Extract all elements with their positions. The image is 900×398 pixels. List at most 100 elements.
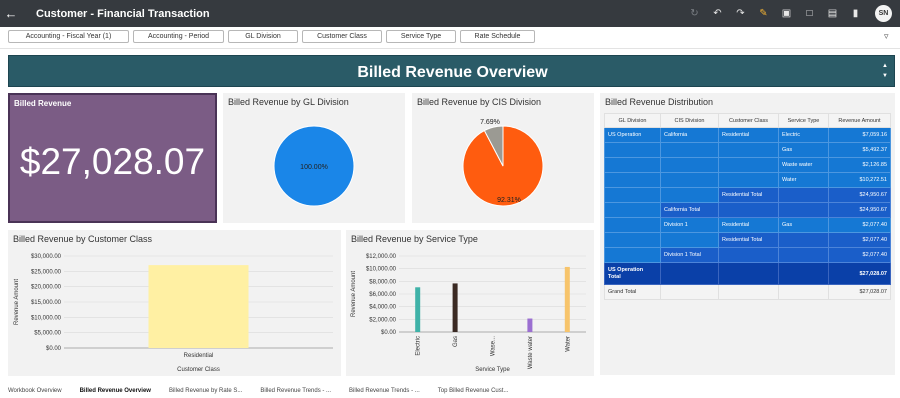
table-cell — [604, 217, 661, 233]
table-cell: Gas — [778, 217, 829, 233]
table-row[interactable]: California Total $24,950.67 — [604, 202, 891, 218]
table-row[interactable]: Residential Total $2,077.40 — [604, 232, 891, 248]
kpi-title: Billed Revenue — [14, 99, 72, 108]
avatar[interactable]: SN — [875, 5, 892, 22]
column-header[interactable]: Revenue Amount — [828, 113, 891, 128]
cis-division-tile[interactable]: Billed Revenue by CIS Division 92.31% 7.6… — [412, 93, 594, 223]
table-cell — [660, 142, 719, 158]
service-type-bar-chart[interactable]: $0.00 $2,000.00 $4,000.00 $6,000.00 $8,000.0… — [346, 230, 594, 376]
table-cell — [660, 172, 719, 188]
x-axis-title: Customer Class — [177, 367, 220, 373]
table-row[interactable]: Division 1 Residential Gas $2,077.40 — [604, 217, 891, 233]
filter-icon[interactable]: ▿ — [884, 31, 889, 42]
filter-chip-fiscal-year[interactable]: Accounting - Fiscal Year (1) — [8, 30, 129, 43]
page-title: Customer - Financial Transaction — [36, 7, 210, 20]
cis-division-pie-chart[interactable]: 92.31% 7.69% — [412, 93, 594, 223]
table-cell — [718, 247, 779, 263]
table-cell: US Operation Total — [604, 262, 661, 285]
distribution-table: GL Division CIS Division Customer Class Ser… — [604, 113, 891, 300]
table-header-row: GL Division CIS Division Customer Class Ser… — [604, 113, 891, 128]
comment-icon[interactable]: □ — [798, 4, 821, 23]
filter-chip-gl-division[interactable]: GL Division — [228, 30, 298, 43]
filter-chip-customer-class[interactable]: Customer Class — [302, 30, 382, 43]
table-cell: $27,028.07 — [828, 262, 891, 285]
table-row[interactable]: Water $10,272.51 — [604, 172, 891, 188]
table-cell — [718, 142, 779, 158]
filter-chip-period[interactable]: Accounting - Period — [133, 30, 224, 43]
table-cell — [718, 284, 779, 300]
x-tick-label: Residential — [184, 353, 214, 359]
table-cell — [778, 232, 829, 248]
sheet-tab[interactable]: Billed Revenue Overview — [80, 388, 151, 394]
x-tick-label: Electric — [416, 336, 422, 356]
table-cell — [604, 247, 661, 263]
table-row[interactable]: Division 1 Total $2,077.40 — [604, 247, 891, 263]
bookmark-icon[interactable]: ▮ — [844, 4, 867, 23]
refresh-icon[interactable]: ↻ — [683, 4, 706, 23]
column-header[interactable]: Service Type — [778, 113, 829, 128]
table-row[interactable]: US Operation California Residential Electri… — [604, 127, 891, 143]
present-icon[interactable]: ▣ — [775, 4, 798, 23]
x-tick-label: Water — [565, 336, 571, 352]
table-row[interactable]: US Operation Total $27,028.07 — [604, 262, 891, 285]
filter-chip-service-type[interactable]: Service Type — [386, 30, 456, 43]
y-tick-label: $30,000.00 — [31, 254, 62, 260]
table-cell: Waste water — [778, 157, 829, 173]
export-icon[interactable]: ▤ — [821, 4, 844, 23]
customer-class-bar-chart[interactable]: $0.00 $5,000.00 $10,000.00 $15,000.00 $20,00… — [8, 230, 341, 376]
filter-chip-rate-schedule[interactable]: Rate Schedule — [460, 30, 535, 43]
sheet-tabs: Workbook Overview Billed Revenue Overview… — [8, 388, 526, 394]
column-header[interactable]: GL Division — [604, 113, 661, 128]
table-cell: Grand Total — [604, 284, 661, 300]
sheet-tab[interactable]: Billed Revenue Trends - ... — [349, 388, 420, 394]
table-cell: Electric — [778, 127, 829, 143]
table-cell — [718, 202, 779, 218]
gl-division-tile[interactable]: Billed Revenue by GL Division 100.00% — [223, 93, 405, 223]
table-cell: Residential Total — [718, 232, 779, 248]
sheet-tab[interactable]: Workbook Overview — [8, 388, 62, 394]
column-header[interactable]: CIS Division — [660, 113, 719, 128]
y-tick-label: $15,000.00 — [31, 300, 62, 306]
y-tick-label: $12,000.00 — [366, 254, 397, 260]
edit-icon[interactable]: ✎ — [752, 4, 775, 23]
gl-division-pie-chart[interactable]: 100.00% — [223, 93, 405, 223]
table-cell: Gas — [778, 142, 829, 158]
table-cell — [718, 157, 779, 173]
sheet-tab[interactable]: Billed Revenue Trends - ... — [260, 388, 331, 394]
sheet-tab[interactable]: Billed Revenue by Rate S... — [169, 388, 242, 394]
y-tick-label: $0.00 — [381, 330, 397, 336]
sort-arrows-icon[interactable]: ▲ ▼ — [882, 61, 888, 81]
table-row[interactable]: Residential Total $24,950.67 — [604, 187, 891, 203]
table-cell — [660, 262, 719, 285]
x-tick-label: Wase... — [491, 336, 497, 356]
y-tick-label: $2,000.00 — [369, 317, 396, 323]
redo-icon[interactable]: ↷ — [729, 4, 752, 23]
table-cell — [604, 142, 661, 158]
table-cell — [718, 172, 779, 188]
table-cell — [660, 284, 719, 300]
revenue-distribution-tile[interactable]: Billed Revenue Distribution GL Division C… — [600, 93, 895, 375]
table-cell — [778, 262, 829, 285]
distribution-title: Billed Revenue Distribution — [605, 97, 714, 107]
table-row[interactable]: Waste water $2,126.85 — [604, 157, 891, 173]
sheet-tab[interactable]: Top Billed Revenue Cust... — [438, 388, 509, 394]
service-type-tile[interactable]: Billed Revenue by Service Type $0.00 $2,0… — [346, 230, 594, 376]
back-arrow-icon[interactable]: ← — [0, 0, 22, 27]
y-tick-label: $8,000.00 — [369, 279, 396, 285]
table-cell: $2,077.40 — [828, 217, 891, 233]
bar — [564, 266, 570, 332]
table-cell: Water — [778, 172, 829, 188]
table-row[interactable]: Grand Total $27,028.07 — [604, 284, 891, 300]
table-row[interactable]: Gas $5,492.37 — [604, 142, 891, 158]
y-tick-label: $5,000.00 — [34, 331, 61, 337]
banner-title: Billed Revenue Overview — [357, 64, 548, 81]
customer-class-tile[interactable]: Billed Revenue by Customer Class $0.00 $5… — [8, 230, 341, 376]
undo-icon[interactable]: ↶ — [706, 4, 729, 23]
column-header[interactable]: Customer Class — [718, 113, 779, 128]
table-cell — [778, 247, 829, 263]
table-cell: $27,028.07 — [828, 284, 891, 300]
table-cell — [660, 157, 719, 173]
table-cell: $24,950.67 — [828, 187, 891, 203]
billed-revenue-tile[interactable]: Billed Revenue $27,028.07 — [8, 93, 217, 223]
bar — [452, 283, 458, 332]
